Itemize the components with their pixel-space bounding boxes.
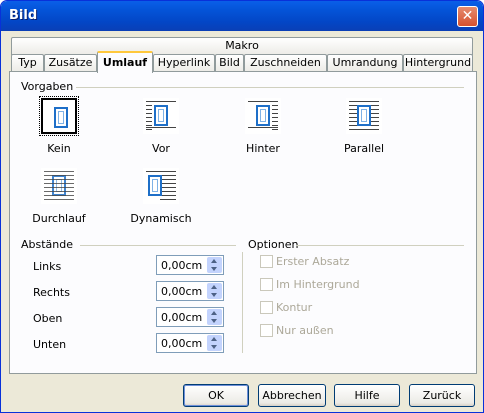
title-bar: Bild ✕: [1, 1, 483, 31]
wrap-option-durchlauf[interactable]: Durchlauf: [19, 168, 99, 225]
ok-button[interactable]: OK: [183, 384, 249, 407]
close-button[interactable]: ✕: [457, 6, 478, 27]
oben-value: 0,00cm: [161, 311, 203, 324]
rechts-spin-arrows-icon[interactable]: [207, 283, 222, 299]
optionen-separator: [296, 245, 464, 246]
tab-zuschneiden[interactable]: Zuschneiden: [244, 54, 327, 72]
abstaende-separator: [80, 245, 236, 246]
im-hintergrund-label: Im Hintergrund: [276, 278, 360, 291]
erster-absatz-label: Erster Absatz: [276, 255, 350, 268]
wrap-option-kein[interactable]: Kein: [19, 96, 99, 155]
label-unten: Unten: [33, 338, 67, 351]
tab-umrandung[interactable]: Umrandung: [327, 54, 403, 72]
wrap-option-vor[interactable]: Vor: [121, 98, 201, 155]
wrap-before-icon: [143, 98, 179, 134]
help-button[interactable]: Hilfe: [334, 384, 400, 407]
abstaende-heading: Abstände: [21, 238, 74, 251]
nur-aussen-label: Nur außen: [276, 324, 334, 337]
reset-button[interactable]: Zurück: [409, 384, 475, 407]
label-oben: Oben: [33, 312, 63, 325]
rechts-value: 0,00cm: [161, 285, 203, 298]
wrap-option-label: Hinter: [246, 142, 280, 155]
wrap-option-label: Durchlauf: [32, 212, 86, 225]
label-rechts: Rechts: [33, 286, 70, 299]
links-value: 0,00cm: [161, 259, 203, 272]
vorgaben-heading: Vorgaben: [21, 80, 74, 93]
wrap-option-dynamisch[interactable]: Dynamisch: [121, 168, 201, 225]
cancel-button[interactable]: Abbrechen: [258, 384, 326, 407]
vorgaben-separator: [76, 87, 464, 88]
window-title: Bild: [9, 8, 38, 23]
dialog-window: Bild ✕ Makro Typ Zusätze Umlauf Hyperlin…: [0, 0, 484, 413]
nur-aussen-checkbox[interactable]: [260, 324, 273, 337]
tab-typ[interactable]: Typ: [11, 54, 44, 72]
wrap-optimal-icon: [143, 168, 179, 204]
tab-umlauf[interactable]: Umlauf: [97, 51, 153, 73]
links-spinbox[interactable]: 0,00cm: [156, 255, 224, 275]
kontur-checkbox[interactable]: [260, 301, 273, 314]
wrap-option-label: Kein: [47, 142, 71, 155]
wrap-option-hinter[interactable]: Hinter: [223, 98, 303, 155]
rechts-spinbox[interactable]: 0,00cm: [156, 281, 224, 301]
label-links: Links: [33, 260, 62, 273]
optionen-heading: Optionen: [248, 238, 299, 251]
tab-zusaetze[interactable]: Zusätze: [44, 54, 97, 72]
optionen-vertical-separator: [242, 252, 243, 353]
erster-absatz-checkbox[interactable]: [260, 255, 273, 268]
kontur-label: Kontur: [276, 301, 313, 314]
wrap-parallel-icon: [346, 98, 382, 134]
unten-value: 0,00cm: [161, 337, 203, 350]
wrap-option-label: Dynamisch: [130, 212, 192, 225]
wrap-through-icon: [41, 168, 77, 204]
tab-hintergrund[interactable]: Hintergrund: [403, 54, 473, 72]
wrap-after-icon: [245, 98, 281, 134]
tab-makro[interactable]: Makro: [11, 37, 473, 55]
unten-spin-arrows-icon[interactable]: [207, 335, 222, 351]
tab-row-1: Makro: [11, 37, 473, 55]
oben-spin-arrows-icon[interactable]: [207, 309, 222, 325]
wrap-option-label: Vor: [152, 142, 170, 155]
wrap-none-icon: [39, 96, 79, 136]
wrap-option-parallel[interactable]: Parallel: [324, 98, 404, 155]
unten-spinbox[interactable]: 0,00cm: [156, 333, 224, 353]
tab-bild[interactable]: Bild: [215, 54, 244, 72]
oben-spinbox[interactable]: 0,00cm: [156, 307, 224, 327]
tab-row-2: Typ Zusätze Umlauf Hyperlink Bild Zuschn…: [11, 51, 473, 73]
tab-panel: Vorgaben Kein Vor Hinter Parallel Durchl…: [9, 71, 477, 374]
links-spin-arrows-icon[interactable]: [207, 257, 222, 273]
tab-hyperlink[interactable]: Hyperlink: [153, 54, 215, 72]
im-hintergrund-checkbox[interactable]: [260, 278, 273, 291]
wrap-option-label: Parallel: [343, 142, 385, 155]
